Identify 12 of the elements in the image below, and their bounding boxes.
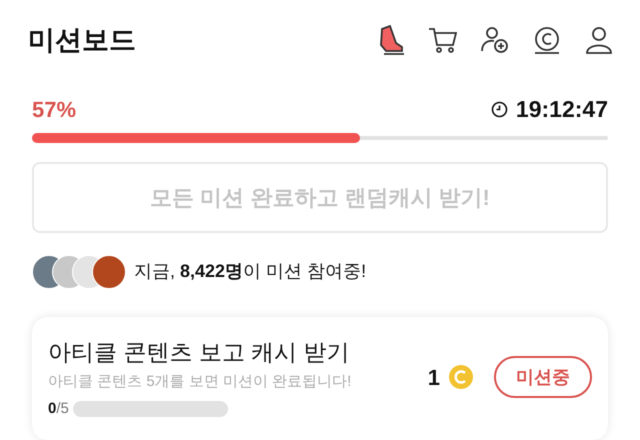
reward-amount: 1 [428,364,440,392]
avatar [92,254,126,288]
progress-percent: 57% [32,96,76,124]
mission-count: 0/5 [48,398,69,418]
participants-text: 지금, 8,422명이 미션 참여중! [134,260,366,283]
coin-icon [448,364,474,390]
mission-title: 아티클 콘텐츠 보고 캐시 받기 [48,338,351,366]
page-title: 미션보드 [28,24,136,57]
clock-icon [490,100,508,118]
mission-description: 아티클 콘텐츠 5개를 보면 미션이 완료됩니다! [48,372,352,392]
mission-status-button[interactable]: 미션중 [494,356,592,398]
countdown-time: 19:12:47 [516,94,608,124]
